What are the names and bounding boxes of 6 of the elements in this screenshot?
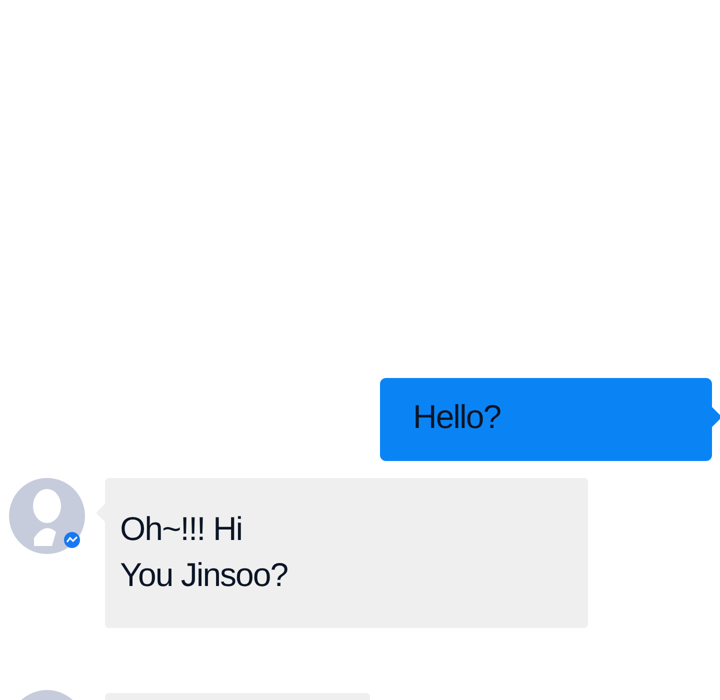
message-text: You Jinsoo? [120,555,289,595]
messenger-badge-icon [64,532,80,548]
message-text: Oh~!!! Hi [120,509,244,549]
message-text: Hello? [413,397,502,437]
avatar-icon [21,690,73,700]
avatar-icon [9,478,85,554]
